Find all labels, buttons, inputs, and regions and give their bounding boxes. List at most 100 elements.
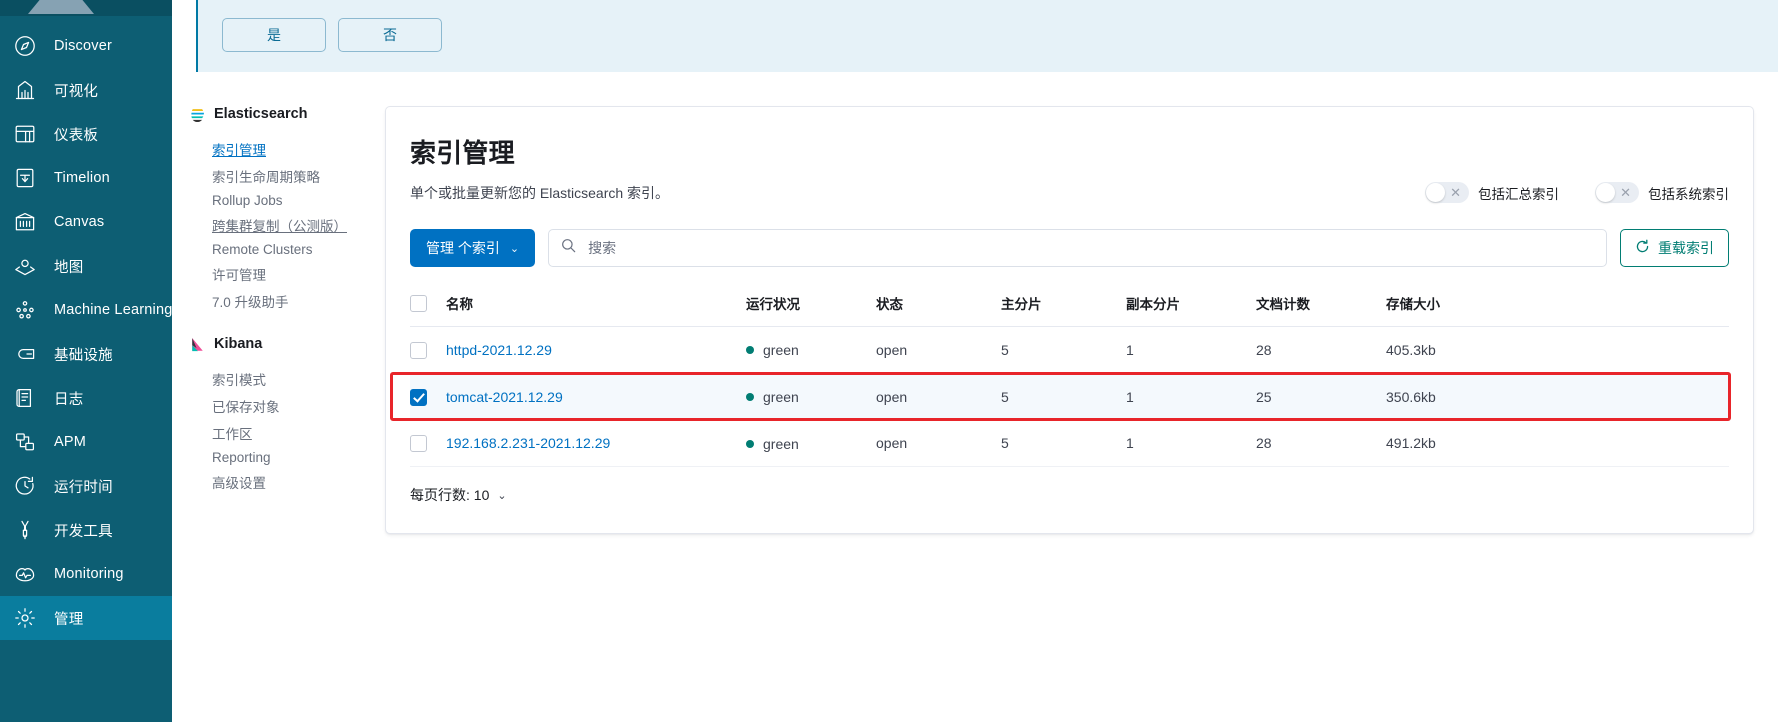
app-root: Discover 可视化仪表板 Timelion Canvas 地图 Machine Le… <box>0 0 1778 722</box>
toggle-label: 包括汇总索引 <box>1478 186 1559 202</box>
index-name-link[interactable]: httpd-2021.12.29 <box>446 342 552 358</box>
column-header-5[interactable]: 文档计数 <box>1256 293 1386 327</box>
mgmt-link-0-2[interactable]: Rollup Jobs <box>190 189 367 211</box>
table-row[interactable]: 192.168.2.231-2021.12.29 green open 5 1 28 491… <box>410 420 1729 468</box>
nav-item-label: 日志 <box>54 391 84 408</box>
health-cell: green <box>746 326 876 374</box>
nav-item-运行时间[interactable]: 运行时间 <box>0 464 172 508</box>
nav-item-管理[interactable]: 管理 <box>0 596 172 640</box>
kibana-logo-header <box>0 0 172 16</box>
storage-size-cell: 350.6kb <box>1386 373 1729 421</box>
docs-count-cell: 28 <box>1256 326 1386 374</box>
nav-item-label: 可视化 <box>54 83 99 100</box>
replicas-cell: 1 <box>1126 420 1256 468</box>
row-checkbox[interactable] <box>410 388 427 406</box>
primaries-cell: 5 <box>1001 373 1126 421</box>
mgmt-section-label: Elasticsearch <box>214 106 308 122</box>
timelion-icon <box>12 165 38 191</box>
nav-item-仪表板[interactable]: 仪表板 <box>0 112 172 156</box>
nav-item-基础设施[interactable]: 基础设施 <box>0 332 172 376</box>
index-name-cell: httpd-2021.12.29 <box>446 326 746 374</box>
upgrade-callout-banner: 是 否 <box>196 0 1778 72</box>
status-cell: open <box>876 373 1001 421</box>
toggle-off-x-icon[interactable]: ✕ <box>1425 182 1469 203</box>
nav-item-canvas[interactable]: Canvas <box>0 200 172 244</box>
global-navigation: Discover 可视化仪表板 Timelion Canvas 地图 Machine Le… <box>0 0 172 722</box>
main-column: 是 否 Elasticsearch 索引管理 索引生命周期策略 Rollup Job… <box>172 0 1778 722</box>
column-header-1[interactable]: 运行状况 <box>746 293 876 327</box>
index-name-link[interactable]: 192.168.2.231-2021.12.29 <box>446 435 610 451</box>
column-header-6[interactable]: 存储大小 <box>1386 293 1729 327</box>
primaries-cell: 5 <box>1001 326 1126 374</box>
mgmt-link-1-3[interactable]: Reporting <box>190 446 367 468</box>
nav-item-可视化[interactable]: 可视化 <box>0 68 172 112</box>
table-row[interactable]: httpd-2021.12.29 green open 5 1 28 405.3kb <box>410 326 1729 374</box>
page-subtitle: 单个或批量更新您的 Elasticsearch 索引。 <box>410 184 670 201</box>
row-checkbox[interactable] <box>410 341 427 359</box>
callout-yes-button[interactable]: 是 <box>222 18 326 52</box>
callout-no-button[interactable]: 否 <box>338 18 442 52</box>
column-header-4[interactable]: 副本分片 <box>1126 293 1256 327</box>
nav-item-monitoring[interactable]: Monitoring <box>0 552 172 596</box>
health-status-dot <box>746 439 754 448</box>
status-cell: open <box>876 326 1001 374</box>
infrastructure-icon <box>12 341 38 367</box>
nav-item-地图[interactable]: 地图 <box>0 244 172 288</box>
index-management-panel: 索引管理 单个或批量更新您的 Elasticsearch 索引。 ✕ 包括汇总索引… <box>385 106 1754 535</box>
nav-item-开发工具[interactable]: 开发工具 <box>0 508 172 552</box>
row-select-cell <box>410 326 446 374</box>
column-header-0[interactable]: 名称 <box>446 293 746 327</box>
manage-indices-button[interactable]: 管理 个索引 ⌄ <box>410 229 536 267</box>
mgmt-link-0-3[interactable]: 跨集群复制（公测版） <box>190 211 367 238</box>
nav-item-discover[interactable]: Discover <box>0 24 172 68</box>
nav-item-machine-learning[interactable]: Machine Learning <box>0 288 172 332</box>
nav-item-日志[interactable]: 日志 <box>0 376 172 420</box>
mgmt-link-1-0[interactable]: 索引模式 <box>190 365 367 392</box>
bar-chart-icon <box>12 77 38 103</box>
mgmt-link-1-4[interactable]: 高级设置 <box>190 468 367 495</box>
search-input[interactable] <box>586 239 1594 257</box>
nav-item-label: Monitoring <box>54 566 124 582</box>
primaries-cell: 5 <box>1001 420 1126 468</box>
nav-item-label: 管理 <box>54 611 84 628</box>
index-name-link[interactable]: tomcat-2021.12.29 <box>446 389 563 405</box>
toggle-off-x-icon[interactable]: ✕ <box>1595 182 1639 203</box>
replicas-cell: 1 <box>1126 326 1256 374</box>
health-label: green <box>763 342 799 359</box>
rows-per-page-label: 每页行数: 10 <box>410 487 490 504</box>
mgmt-link-0-0[interactable]: 索引管理 <box>190 135 367 162</box>
toggle-1[interactable]: ✕ 包括系统索引 <box>1595 182 1729 203</box>
mgmt-link-0-5[interactable]: 许可管理 <box>190 260 367 287</box>
mgmt-section-title: Elasticsearch <box>190 106 367 122</box>
toggle-0[interactable]: ✕ 包括汇总索引 <box>1425 182 1559 203</box>
wrench-icon <box>12 517 38 543</box>
mgmt-section-kibana: Kibana 索引模式 已保存对象 工作区 Reporting 高级设置 <box>190 336 367 495</box>
global-nav-list: Discover 可视化仪表板 Timelion Canvas 地图 Machine Le… <box>0 16 172 640</box>
nav-item-label: Machine Learning <box>54 302 172 318</box>
reload-indices-button[interactable]: 重载索引 <box>1620 229 1729 267</box>
health-cell: green <box>746 373 876 421</box>
nav-item-label: 仪表板 <box>54 127 99 144</box>
search-box[interactable] <box>548 229 1607 267</box>
nav-item-timelion[interactable]: Timelion <box>0 156 172 200</box>
nav-item-label: 地图 <box>54 259 84 276</box>
mgmt-link-1-2[interactable]: 工作区 <box>190 419 367 446</box>
table-row[interactable]: tomcat-2021.12.29 green open 5 1 25 350.6kb <box>410 373 1729 421</box>
storage-size-cell: 491.2kb <box>1386 420 1729 468</box>
nav-item-apm[interactable]: APM <box>0 420 172 464</box>
mgmt-link-0-1[interactable]: 索引生命周期策略 <box>190 162 367 189</box>
column-header-3[interactable]: 主分片 <box>1001 293 1126 327</box>
row-select-cell <box>410 373 446 421</box>
rows-per-page-control[interactable]: 每页行数: 10 ⌄ <box>410 485 507 505</box>
nav-item-label: Canvas <box>54 214 105 230</box>
mgmt-link-0-6[interactable]: 7.0 升级助手 <box>190 287 367 314</box>
health-status-dot <box>746 346 754 355</box>
select-all-checkbox[interactable] <box>410 294 427 312</box>
nav-item-label: Discover <box>54 38 112 54</box>
mgmt-link-0-4[interactable]: Remote Clusters <box>190 238 367 260</box>
row-checkbox[interactable] <box>410 435 427 453</box>
refresh-icon <box>1635 239 1650 257</box>
mgmt-link-1-1[interactable]: 已保存对象 <box>190 392 367 419</box>
chevron-down-icon: ⌄ <box>509 242 520 255</box>
column-header-2[interactable]: 状态 <box>876 293 1001 327</box>
